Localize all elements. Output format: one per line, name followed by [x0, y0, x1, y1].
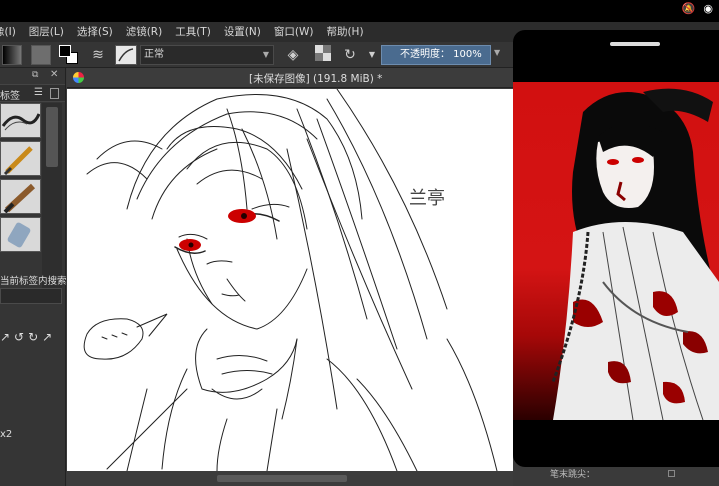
color-swatches[interactable]: [59, 45, 79, 65]
reload-preset-icon[interactable]: ↻: [340, 45, 360, 65]
tag-search-label: 当前标签内搜索: [0, 276, 67, 287]
close-icon[interactable]: ✕: [50, 69, 58, 80]
mute-icon: 🔕: [681, 2, 696, 15]
menu-image[interactable]: 像(I): [0, 22, 23, 42]
menu-select[interactable]: 选择(S): [71, 22, 120, 42]
brush-preset-item[interactable]: [0, 141, 41, 176]
tags-label: 标签: [0, 91, 20, 102]
artist-signature: 兰亭: [409, 188, 445, 209]
menu-layer[interactable]: 图层(L): [23, 22, 71, 42]
blend-mode-select[interactable]: 正常 ▼: [140, 45, 274, 65]
foreground-color-swatch[interactable]: [59, 45, 71, 57]
menu-icon[interactable]: ☰: [34, 87, 43, 98]
brush-tip-label: 笔末跳尖：: [550, 470, 596, 480]
document-tab[interactable]: [未保存图像] (191.8 MiB) *: [67, 68, 513, 88]
phone-notch: [610, 42, 660, 46]
tags-row: 标签 ☰: [0, 84, 65, 102]
quick-brush-icons[interactable]: ↗↺↻↗: [0, 330, 56, 344]
scrollbar-thumb[interactable]: [217, 475, 347, 482]
phone-overlay: [513, 30, 719, 467]
brush-preset-thumbnail[interactable]: [115, 45, 137, 65]
opacity-value: 不透明度： 100%: [400, 49, 482, 60]
scrollbar-thumb[interactable]: [46, 107, 58, 167]
canvas-horizontal-scrollbar[interactable]: [67, 471, 513, 486]
menu-window[interactable]: 窗口(W): [268, 22, 321, 42]
brush-preset-item[interactable]: [0, 179, 41, 214]
tag-search-input[interactable]: [0, 288, 62, 304]
docker-titlebar: ⧉ ✕: [0, 68, 65, 84]
brush-preset-item[interactable]: [0, 103, 41, 138]
zoom-label: x2: [0, 429, 13, 440]
gradient-selector[interactable]: [2, 45, 22, 65]
status-bar: 🔕 ◉: [0, 0, 719, 22]
brush-tip-option: 笔末跳尖：: [550, 467, 675, 480]
reference-image: [513, 82, 719, 420]
pattern-selector[interactable]: [31, 45, 51, 65]
menu-settings[interactable]: 设置(N): [218, 22, 268, 42]
menu-tools[interactable]: 工具(T): [169, 22, 218, 42]
wifi-icon: ◉: [703, 2, 713, 15]
float-docker-icon[interactable]: ⧉: [32, 70, 38, 80]
view-mode-icon[interactable]: [50, 88, 59, 99]
eraser-icon[interactable]: ◈: [283, 45, 303, 65]
brush-presets-docker: ⧉ ✕ 标签 ☰ 当前标签内搜索 ↗↺↻↗ x2: [0, 68, 67, 486]
document-title: [未保存图像] (191.8 MiB) *: [249, 73, 383, 85]
brush-settings-icon[interactable]: ≋: [88, 45, 108, 65]
brush-tip-checkbox[interactable]: [667, 470, 675, 477]
blend-mode-value: 正常: [144, 49, 164, 60]
krita-logo-icon: [73, 72, 84, 83]
brush-preset-item[interactable]: [0, 217, 41, 252]
sketch-artwork: 兰亭: [83, 89, 498, 471]
krita-window: 🔕 ◉ 像(I) 图层(L) 选择(S) 滤镜(R) 工具(T) 设置(N) 窗…: [0, 0, 719, 486]
opacity-slider[interactable]: 不透明度： 100%: [381, 45, 491, 65]
chevron-down-icon: ▼: [262, 50, 269, 59]
chevron-down-icon[interactable]: ▼: [362, 45, 382, 65]
menu-help[interactable]: 帮助(H): [320, 22, 370, 42]
chevron-down-icon[interactable]: ▼: [494, 48, 500, 57]
alpha-lock-icon[interactable]: [313, 45, 333, 65]
menu-filter[interactable]: 滤镜(R): [120, 22, 170, 42]
canvas[interactable]: 兰亭: [67, 89, 513, 471]
